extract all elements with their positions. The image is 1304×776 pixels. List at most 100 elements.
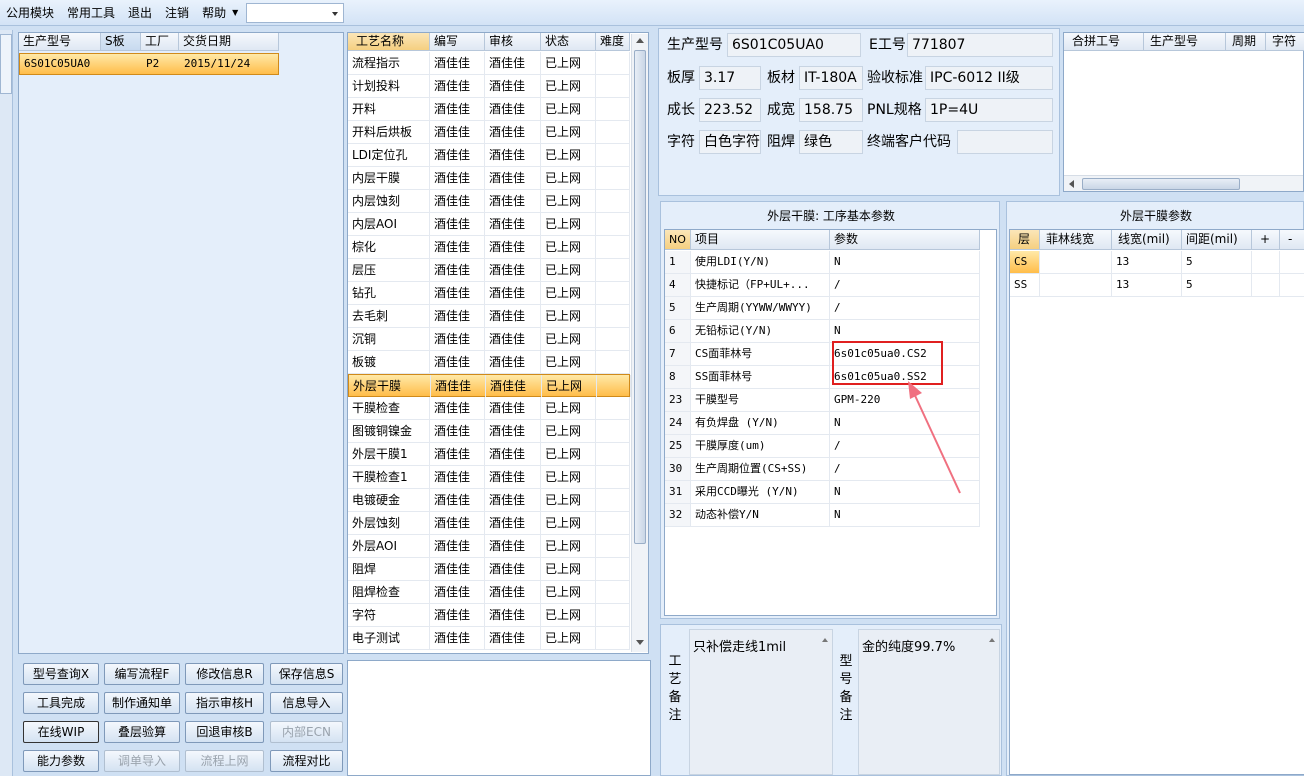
scroll-up-icon[interactable] bbox=[822, 638, 828, 642]
col-header-reviewer[interactable]: 审核 bbox=[485, 33, 541, 51]
button-0-1[interactable]: 编写流程F bbox=[104, 663, 180, 685]
col-header-layer[interactable]: 层 bbox=[1010, 230, 1040, 250]
table-row[interactable]: 去毛刺 酒佳佳 酒佳佳 已上网 bbox=[348, 305, 630, 328]
button-1-3[interactable]: 信息导入 bbox=[270, 692, 343, 714]
chevron-down-icon[interactable]: ▼ bbox=[232, 8, 238, 17]
h-scroll-thumb[interactable] bbox=[1082, 178, 1240, 190]
col-header-no[interactable]: NO bbox=[665, 230, 691, 250]
field-width[interactable]: 158.75 bbox=[799, 98, 863, 122]
table-row[interactable]: 内层蚀刻 酒佳佳 酒佳佳 已上网 bbox=[348, 190, 630, 213]
table-row[interactable]: 字符 酒佳佳 酒佳佳 已上网 bbox=[348, 604, 630, 627]
button-0-3[interactable]: 保存信息S bbox=[270, 663, 343, 685]
scroll-left-icon[interactable] bbox=[1069, 180, 1074, 188]
col-header-status[interactable]: 状态 bbox=[541, 33, 596, 51]
table-row[interactable]: 棕化 酒佳佳 酒佳佳 已上网 bbox=[348, 236, 630, 259]
table-row[interactable]: 层压 酒佳佳 酒佳佳 已上网 bbox=[348, 259, 630, 282]
table-row[interactable]: 电镀硬金 酒佳佳 酒佳佳 已上网 bbox=[348, 489, 630, 512]
table-row[interactable]: 阻焊 酒佳佳 酒佳佳 已上网 bbox=[348, 558, 630, 581]
table-row[interactable]: 6S01C05UA0 P2 2015/11/24 bbox=[19, 53, 279, 75]
field-standard[interactable]: IPC-6012 II级 bbox=[925, 66, 1053, 90]
left-strip-tab[interactable] bbox=[0, 34, 12, 94]
col-header-plus[interactable]: + bbox=[1252, 230, 1280, 250]
col-header-spacing[interactable]: 间距(mil) bbox=[1182, 230, 1252, 250]
field-thickness[interactable]: 3.17 bbox=[699, 66, 761, 90]
table-row[interactable]: 外层干膜1 酒佳佳 酒佳佳 已上网 bbox=[348, 443, 630, 466]
button-1-2[interactable]: 指示审核H bbox=[185, 692, 264, 714]
button-1-1[interactable]: 制作通知单 bbox=[104, 692, 180, 714]
table-row[interactable]: 5 生产周期(YYWW/WWYY) / bbox=[665, 297, 980, 320]
col-header-writer[interactable]: 编写 bbox=[430, 33, 485, 51]
field-character[interactable]: 白色字符 bbox=[699, 130, 761, 154]
table-row[interactable]: 1 使用LDI(Y/N) N bbox=[665, 251, 980, 274]
col-header-char[interactable]: 字符 bbox=[1266, 33, 1304, 51]
table-row[interactable]: 阻焊检查 酒佳佳 酒佳佳 已上网 bbox=[348, 581, 630, 604]
button-3-2[interactable]: 流程上网 bbox=[185, 750, 264, 772]
button-2-1[interactable]: 叠层验算 bbox=[104, 721, 180, 743]
table-row[interactable]: 干膜检查1 酒佳佳 酒佳佳 已上网 bbox=[348, 466, 630, 489]
col-header-film-width[interactable]: 菲林线宽 bbox=[1040, 230, 1112, 250]
col-header-line-width[interactable]: 线宽(mil) bbox=[1112, 230, 1182, 250]
field-length[interactable]: 223.52 bbox=[699, 98, 761, 122]
table-row[interactable]: 外层蚀刻 酒佳佳 酒佳佳 已上网 bbox=[348, 512, 630, 535]
table-row[interactable]: 内层AOI 酒佳佳 酒佳佳 已上网 bbox=[348, 213, 630, 236]
table-row[interactable]: 图镀铜镍金 酒佳佳 酒佳佳 已上网 bbox=[348, 420, 630, 443]
col-header-param[interactable]: 参数 bbox=[830, 230, 980, 250]
table-row[interactable]: 外层AOI 酒佳佳 酒佳佳 已上网 bbox=[348, 535, 630, 558]
button-1-0[interactable]: 工具完成 bbox=[23, 692, 99, 714]
horizontal-scrollbar[interactable] bbox=[1064, 175, 1303, 191]
table-row[interactable]: 6 无铅标记(Y/N) N bbox=[665, 320, 980, 343]
table-row[interactable]: 开料 酒佳佳 酒佳佳 已上网 bbox=[348, 98, 630, 121]
table-row[interactable]: 外层干膜 酒佳佳 酒佳佳 已上网 bbox=[348, 374, 631, 397]
field-solder-mask[interactable]: 绿色 bbox=[799, 130, 863, 154]
button-3-0[interactable]: 能力参数 bbox=[23, 750, 99, 772]
table-row[interactable]: 计划投料 酒佳佳 酒佳佳 已上网 bbox=[348, 75, 630, 98]
field-material[interactable]: IT-180A bbox=[799, 66, 863, 90]
field-customer-code[interactable] bbox=[957, 130, 1053, 154]
col-header-combine-no[interactable]: 合拼工号 bbox=[1064, 33, 1144, 51]
menu-combo[interactable] bbox=[246, 2, 345, 23]
table-row[interactable]: 板镀 酒佳佳 酒佳佳 已上网 bbox=[348, 351, 630, 374]
col-header-item[interactable]: 项目 bbox=[691, 230, 830, 250]
field-e-no[interactable]: 771807 bbox=[907, 33, 1053, 57]
button-3-1[interactable]: 调单导入 bbox=[104, 750, 180, 772]
menu-public-module[interactable]: 公用模块 bbox=[6, 4, 54, 21]
table-row[interactable]: 电子测试 酒佳佳 酒佳佳 已上网 bbox=[348, 627, 630, 650]
col-header-minus[interactable]: - bbox=[1280, 230, 1304, 250]
scroll-up-icon[interactable] bbox=[636, 38, 644, 43]
button-0-0[interactable]: 型号查询X bbox=[23, 663, 99, 685]
process-remark-box[interactable]: 只补偿走线1mil bbox=[689, 629, 833, 775]
model-remark-box[interactable]: 金的纯度99.7% bbox=[858, 629, 1000, 775]
col-header-period[interactable]: 周期 bbox=[1226, 33, 1266, 51]
table-row[interactable]: 32 动态补偿Y/N N bbox=[665, 504, 980, 527]
menu-exit[interactable]: 退出 bbox=[128, 4, 152, 21]
col-header-model[interactable]: 生产型号 bbox=[19, 33, 101, 51]
menu-common-tools[interactable]: 常用工具 bbox=[67, 4, 115, 21]
table-row[interactable]: CS 13 5 bbox=[1010, 251, 1304, 274]
table-row[interactable]: 沉铜 酒佳佳 酒佳佳 已上网 bbox=[348, 328, 630, 351]
table-row[interactable]: SS 13 5 bbox=[1010, 274, 1304, 297]
table-row[interactable]: LDI定位孔 酒佳佳 酒佳佳 已上网 bbox=[348, 144, 630, 167]
menu-logout[interactable]: 注销 bbox=[165, 4, 189, 21]
table-row[interactable]: 钻孔 酒佳佳 酒佳佳 已上网 bbox=[348, 282, 630, 305]
col-header-difficulty[interactable]: 难度 bbox=[596, 33, 630, 51]
col-header-s-board[interactable]: S板 bbox=[101, 33, 141, 51]
scroll-thumb[interactable] bbox=[634, 50, 646, 544]
table-row[interactable]: 内层干膜 酒佳佳 酒佳佳 已上网 bbox=[348, 167, 630, 190]
button-0-2[interactable]: 修改信息R bbox=[185, 663, 264, 685]
scroll-down-icon[interactable] bbox=[636, 640, 644, 645]
col-header-combine-model[interactable]: 生产型号 bbox=[1144, 33, 1226, 51]
table-row[interactable]: 流程指示 酒佳佳 酒佳佳 已上网 bbox=[348, 52, 630, 75]
menu-help[interactable]: 帮助 bbox=[202, 4, 226, 21]
scroll-up-icon[interactable] bbox=[989, 638, 995, 642]
field-model[interactable]: 6S01C05UA0 bbox=[727, 33, 861, 57]
col-header-delivery-date[interactable]: 交货日期 bbox=[179, 33, 279, 51]
button-2-0[interactable]: 在线WIP bbox=[23, 721, 99, 743]
scrollbar[interactable] bbox=[631, 34, 648, 652]
button-2-3[interactable]: 内部ECN bbox=[270, 721, 343, 743]
field-pnl[interactable]: 1P=4U bbox=[925, 98, 1053, 122]
table-row[interactable]: 干膜检查 酒佳佳 酒佳佳 已上网 bbox=[348, 397, 630, 420]
button-2-2[interactable]: 回退审核B bbox=[185, 721, 264, 743]
table-row[interactable]: 4 快捷标记（FP+UL+... / bbox=[665, 274, 980, 297]
table-row[interactable]: 开料后烘板 酒佳佳 酒佳佳 已上网 bbox=[348, 121, 630, 144]
button-3-3[interactable]: 流程对比 bbox=[270, 750, 343, 772]
